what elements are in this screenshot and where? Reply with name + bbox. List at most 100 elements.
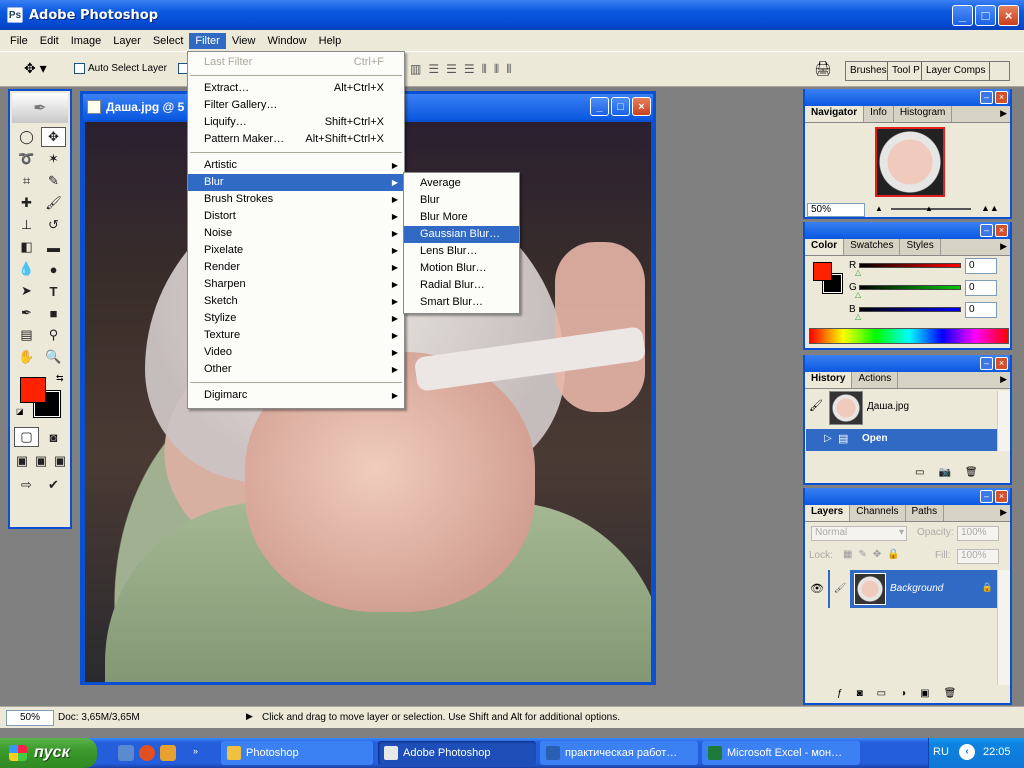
gradient-tool-icon[interactable]: ▬ xyxy=(41,237,66,257)
menu-item-stylize[interactable]: Stylize ▶ xyxy=(188,310,404,327)
close-button[interactable]: × xyxy=(998,5,1019,26)
menu-item-lens-blur[interactable]: Lens Blur… xyxy=(404,243,519,260)
channel-b-slider[interactable] xyxy=(859,307,961,312)
maximize-button[interactable]: □ xyxy=(975,5,996,26)
auto-select-checkbox[interactable]: Auto Select Layer xyxy=(74,63,189,74)
menu-item-texture[interactable]: Texture ▶ xyxy=(188,327,404,344)
menu-item-motion-blur[interactable]: Motion Blur… xyxy=(404,260,519,277)
menu-image[interactable]: Image xyxy=(65,33,108,49)
task-word-document[interactable]: практическая работ… xyxy=(540,741,698,765)
history-brush-tool-icon[interactable]: ↺ xyxy=(41,215,66,235)
menu-item-distort[interactable]: Distort ▶ xyxy=(188,208,404,225)
menu-item-other[interactable]: Other ▶ xyxy=(188,361,404,378)
tab-paths[interactable]: Paths xyxy=(906,505,945,521)
feather-logo-icon[interactable]: ✒ xyxy=(12,93,68,123)
layer-link-brush-icon[interactable]: 🖌 xyxy=(830,570,850,608)
palette-menu-icon[interactable]: ▶ xyxy=(1000,241,1007,252)
distribute-bottom-icon[interactable]: ☰ xyxy=(464,62,475,77)
palette-menu-icon[interactable]: ▶ xyxy=(1000,108,1007,119)
well-tab-layer-comps[interactable]: Layer Comps xyxy=(922,62,991,80)
default-colors-icon[interactable]: ◪ xyxy=(16,407,24,416)
notes-tool-icon[interactable]: ▤ xyxy=(14,325,39,345)
new-document-from-state-icon[interactable]: ▭ xyxy=(915,467,924,478)
file-browser-icon[interactable]: 🖨 xyxy=(814,60,834,80)
channel-g-slider[interactable] xyxy=(859,285,961,290)
menu-item-blur-simple[interactable]: Blur xyxy=(404,192,519,209)
menu-help[interactable]: Help xyxy=(313,33,348,49)
navigator-zoom-field[interactable]: 50% xyxy=(807,203,865,217)
layers-scrollbar[interactable] xyxy=(997,570,1010,685)
layer-visibility-eye-icon[interactable]: 👁 xyxy=(806,570,828,608)
menu-item-blur-more[interactable]: Blur More xyxy=(404,209,519,226)
menu-layer[interactable]: Layer xyxy=(107,33,147,49)
distribute-hcenter-icon[interactable]: ⦀ xyxy=(494,62,499,77)
menu-item-sharpen[interactable]: Sharpen ▶ xyxy=(188,276,404,293)
channel-g-field[interactable]: 0 xyxy=(965,280,997,296)
screen-mode-full-icon[interactable]: ▣ xyxy=(52,451,68,471)
hand-tool-icon[interactable]: ✋ xyxy=(14,347,39,367)
layer-row-background[interactable]: 👁 🖌 Background 🔒 xyxy=(806,570,997,608)
menu-window[interactable]: Window xyxy=(262,33,313,49)
checkbox-box[interactable] xyxy=(74,63,85,74)
palette-close-icon[interactable]: × xyxy=(995,490,1008,503)
tab-history[interactable]: History xyxy=(805,372,853,388)
menu-item-pixelate[interactable]: Pixelate ▶ xyxy=(188,242,404,259)
dodge-tool-icon[interactable]: ● xyxy=(41,259,66,279)
menu-view[interactable]: View xyxy=(226,33,262,49)
tab-color[interactable]: Color xyxy=(805,239,845,255)
imageready-icon[interactable]: ✔ xyxy=(41,475,66,495)
blur-tool-icon[interactable]: 💧 xyxy=(14,259,39,279)
menu-item-sketch[interactable]: Sketch ▶ xyxy=(188,293,404,310)
new-snapshot-icon[interactable]: 📷 xyxy=(938,467,950,478)
tray-expand-icon[interactable]: ‹ xyxy=(959,744,975,760)
shape-tool-icon[interactable]: ■ xyxy=(41,303,66,323)
channel-r-slider[interactable] xyxy=(859,263,961,268)
history-scrollbar[interactable] xyxy=(997,391,1010,451)
task-excel[interactable]: Microsoft Excel - мон… xyxy=(702,741,860,765)
layer-style-icon[interactable]: ƒ xyxy=(837,688,843,699)
menu-item-liquify[interactable]: Liquify… Shift+Ctrl+X xyxy=(188,114,404,131)
color-fg-swatch[interactable] xyxy=(813,262,832,281)
minimize-button[interactable]: _ xyxy=(952,5,973,26)
palette-minimize-icon[interactable]: – xyxy=(980,224,993,237)
brush-tool-icon[interactable]: 🖌 xyxy=(41,193,66,213)
palette-menu-icon[interactable]: ▶ xyxy=(1000,507,1007,518)
palette-close-icon[interactable]: × xyxy=(995,224,1008,237)
quick-launch-more-icon[interactable]: » xyxy=(193,746,198,756)
new-layer-icon[interactable]: ▣ xyxy=(920,688,929,699)
zoom-in-icon[interactable]: ▲▲ xyxy=(981,203,999,213)
palette-close-icon[interactable]: × xyxy=(995,91,1008,104)
menu-item-gaussian-blur[interactable]: Gaussian Blur… xyxy=(404,226,519,243)
distribute-right-icon[interactable]: ⦀ xyxy=(506,62,511,77)
media-icon[interactable] xyxy=(160,745,176,761)
path-selection-tool-icon[interactable]: ➤ xyxy=(14,281,39,301)
jump-to-imageready-icon[interactable]: ⇨ xyxy=(14,475,39,495)
tab-styles[interactable]: Styles xyxy=(900,239,941,255)
palette-menu-icon[interactable]: ▶ xyxy=(1000,374,1007,385)
lock-icons[interactable]: ▦✎✥🔒 xyxy=(843,549,906,560)
fill-field[interactable]: 100% xyxy=(957,549,999,564)
start-button[interactable]: пуск xyxy=(0,738,97,768)
menu-select[interactable]: Select xyxy=(147,33,190,49)
doc-close-button[interactable]: × xyxy=(632,97,651,116)
palette-minimize-icon[interactable]: – xyxy=(980,91,993,104)
channel-b-field[interactable]: 0 xyxy=(965,302,997,318)
menu-item-artistic[interactable]: Artistic ▶ xyxy=(188,157,404,174)
menu-item-filter-gallery[interactable]: Filter Gallery… xyxy=(188,97,404,114)
zoom-tool-icon[interactable]: 🔍 xyxy=(41,347,66,367)
move-tool-icon[interactable]: ✥ xyxy=(41,127,66,147)
menu-item-digimarc[interactable]: Digimarc ▶ xyxy=(188,387,404,404)
distribute-center-icon[interactable]: ☰ xyxy=(446,62,457,77)
tab-navigator[interactable]: Navigator xyxy=(805,106,865,122)
layer-mask-icon[interactable]: ◙ xyxy=(857,688,863,699)
lasso-tool-icon[interactable]: ➰ xyxy=(14,149,39,169)
menu-edit[interactable]: Edit xyxy=(34,33,65,49)
swap-colors-icon[interactable]: ⇆ xyxy=(56,373,64,384)
align-icon[interactable]: ▥ xyxy=(410,62,421,77)
crop-tool-icon[interactable]: ⌗ xyxy=(14,171,39,191)
color-ramp[interactable] xyxy=(809,328,1009,344)
menu-item-pattern-maker[interactable]: Pattern Maker… Alt+Shift+Ctrl+X xyxy=(188,131,404,148)
eyedropper-tool-icon[interactable]: ⚲ xyxy=(41,325,66,345)
channel-b-thumb[interactable]: △ xyxy=(855,312,861,321)
pen-tool-icon[interactable]: ✒ xyxy=(14,303,39,323)
